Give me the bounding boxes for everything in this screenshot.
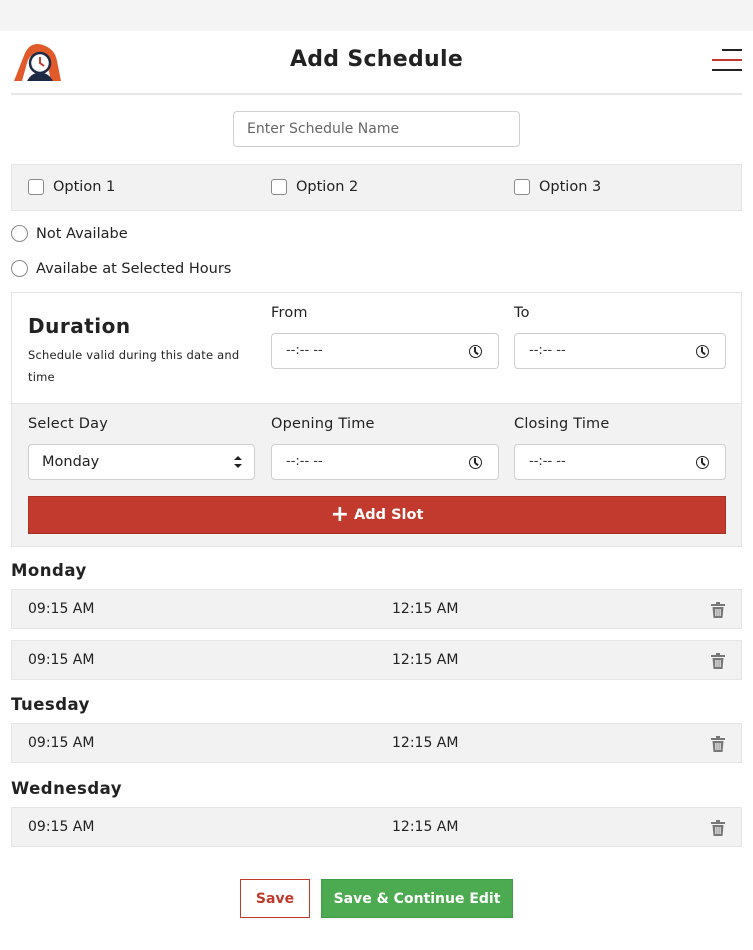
to-label: To xyxy=(514,305,530,321)
trash-icon[interactable] xyxy=(711,602,725,618)
to-time-input[interactable]: --:-- -- xyxy=(514,333,726,369)
slot-row: 09:15 AM 12:15 AM xyxy=(11,589,742,629)
slot-end-time: 12:15 AM xyxy=(392,735,459,751)
slot-row: 09:15 AM 12:15 AM xyxy=(11,723,742,763)
available-selected-hours-radio[interactable]: Availabe at Selected Hours xyxy=(11,260,231,277)
closing-time-label: Closing Time xyxy=(514,416,610,432)
slot-row: 09:15 AM 12:15 AM xyxy=(11,640,742,680)
checkbox-icon[interactable] xyxy=(28,179,44,195)
slot-start-time: 09:15 AM xyxy=(28,819,95,835)
from-label: From xyxy=(271,305,308,321)
duration-title: Duration xyxy=(28,314,131,338)
duration-subtitle: Schedule valid during this date and time xyxy=(28,348,240,384)
checkbox-icon[interactable] xyxy=(271,179,287,195)
slot-row: 09:15 AM 12:15 AM xyxy=(11,807,742,847)
clock-icon[interactable] xyxy=(696,345,709,358)
option-2-checkbox[interactable]: Option 2 xyxy=(271,179,358,195)
day-heading-wednesday: Wednesday xyxy=(11,779,123,798)
to-time-value: --:-- -- xyxy=(529,343,566,358)
day-heading-tuesday: Tuesday xyxy=(11,695,90,714)
slot-start-time: 09:15 AM xyxy=(28,735,95,751)
day-select[interactable]: Monday xyxy=(28,444,255,480)
add-slot-label: Add Slot xyxy=(354,507,424,523)
save-button[interactable]: Save xyxy=(240,879,310,918)
clock-icon[interactable] xyxy=(469,456,482,469)
plus-icon: + xyxy=(330,502,350,527)
day-heading-monday: Monday xyxy=(11,561,87,580)
from-time-value: --:-- -- xyxy=(286,343,323,358)
schedule-name-input[interactable] xyxy=(233,111,520,147)
header: Add Schedule xyxy=(11,31,742,95)
closing-time-input[interactable]: --:-- -- xyxy=(514,444,726,480)
page: Add Schedule Option 1 Option 2 Option 3 … xyxy=(0,31,753,950)
trash-icon[interactable] xyxy=(711,653,725,669)
radio-label: Not Availabe xyxy=(36,225,128,242)
trash-icon[interactable] xyxy=(711,820,725,836)
add-slot-button[interactable]: + Add Slot xyxy=(28,496,726,534)
slot-end-time: 12:15 AM xyxy=(392,819,459,835)
slot-start-time: 09:15 AM xyxy=(28,601,95,617)
option-label: Option 1 xyxy=(53,179,116,195)
duration-panel: Duration Schedule valid during this date… xyxy=(11,292,742,547)
day-select-value: Monday xyxy=(42,454,100,470)
option-1-checkbox[interactable]: Option 1 xyxy=(28,179,115,195)
opening-time-input[interactable]: --:-- -- xyxy=(271,444,499,480)
not-available-radio[interactable]: Not Availabe xyxy=(11,225,128,242)
trash-icon[interactable] xyxy=(711,736,725,752)
radio-icon[interactable] xyxy=(11,260,28,277)
checkbox-icon[interactable] xyxy=(514,179,530,195)
opening-time-value: --:-- -- xyxy=(286,454,323,469)
option-label: Option 3 xyxy=(539,179,602,195)
save-continue-button[interactable]: Save & Continue Edit xyxy=(321,879,513,918)
closing-time-value: --:-- -- xyxy=(529,454,566,469)
slot-form: Select Day Monday Opening Time --:-- -- … xyxy=(12,403,741,546)
clock-icon[interactable] xyxy=(696,456,709,469)
select-day-label: Select Day xyxy=(28,416,108,432)
option-label: Option 2 xyxy=(296,179,359,195)
slot-end-time: 12:15 AM xyxy=(392,601,459,617)
page-title: Add Schedule xyxy=(289,47,464,72)
opening-time-label: Opening Time xyxy=(271,416,375,432)
option-3-checkbox[interactable]: Option 3 xyxy=(514,179,601,195)
hamburger-menu-icon[interactable] xyxy=(712,47,742,73)
select-arrows-icon xyxy=(234,456,242,468)
options-bar: Option 1 Option 2 Option 3 xyxy=(11,164,742,211)
slot-end-time: 12:15 AM xyxy=(392,652,459,668)
from-time-input[interactable]: --:-- -- xyxy=(271,333,499,369)
radio-label: Availabe at Selected Hours xyxy=(36,260,232,277)
radio-icon[interactable] xyxy=(11,225,28,242)
clock-icon[interactable] xyxy=(469,345,482,358)
slot-start-time: 09:15 AM xyxy=(28,652,95,668)
